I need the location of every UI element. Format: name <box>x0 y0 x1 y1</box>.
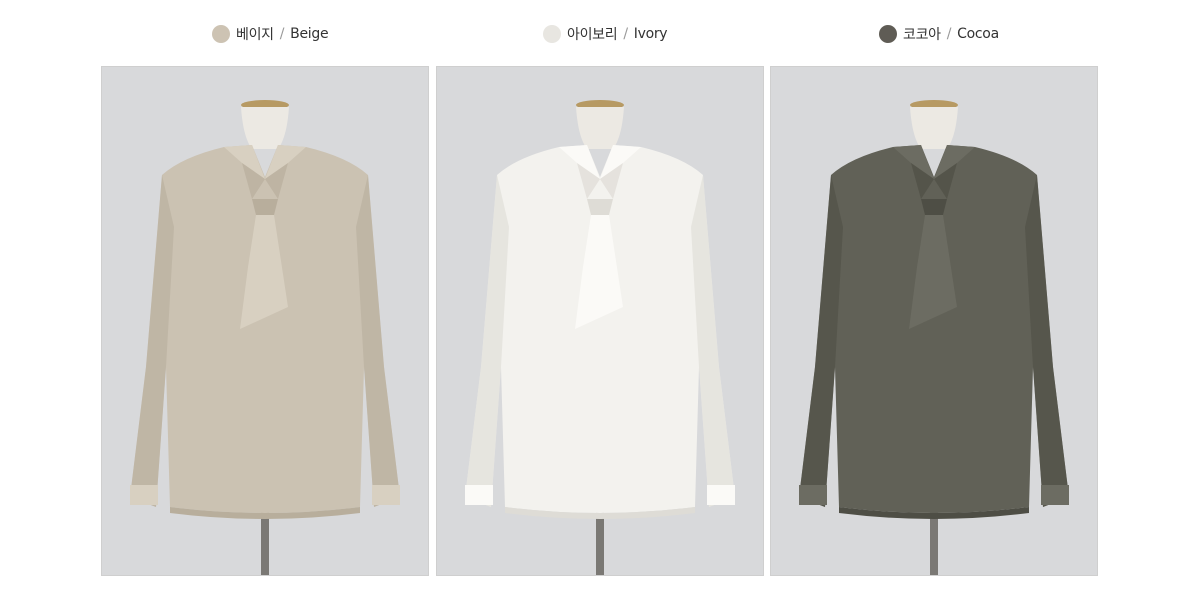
product-photo-cocoa <box>770 66 1098 576</box>
color-swatch-cocoa <box>879 25 897 43</box>
color-label-cocoa: 코코아 / Cocoa <box>879 22 999 46</box>
tie-knot <box>252 199 278 215</box>
color-swatch-beige <box>212 25 230 43</box>
color-name-separator: / <box>946 26 952 42</box>
color-swatch-ivory <box>543 25 561 43</box>
right-cuff <box>1041 485 1069 505</box>
color-label-ivory: 아이보리 / Ivory <box>543 22 668 46</box>
color-name-korean: 아이보리 <box>567 27 618 43</box>
right-cuff <box>372 485 400 505</box>
color-options-showcase: 베이지 / Beige 아이보리 / Ivory 코코아 / Cocoa <box>0 0 1200 615</box>
tie-knot <box>587 199 613 215</box>
color-name-korean: 베이지 <box>236 27 274 43</box>
color-name-english: Cocoa <box>957 26 999 42</box>
left-cuff <box>130 485 158 505</box>
color-labels-row: 베이지 / Beige 아이보리 / Ivory 코코아 / Cocoa <box>0 0 1200 66</box>
color-name-korean: 코코아 <box>903 27 941 43</box>
right-cuff <box>707 485 735 505</box>
tie-knot <box>921 199 947 215</box>
left-cuff <box>799 485 827 505</box>
color-name-english: Ivory <box>633 26 668 42</box>
color-name-separator: / <box>279 26 285 42</box>
left-cuff <box>465 485 493 505</box>
color-name-separator: / <box>623 26 628 42</box>
product-photo-beige <box>101 66 429 576</box>
color-label-beige: 베이지 / Beige <box>212 22 329 46</box>
product-photo-ivory <box>436 66 764 576</box>
color-name-english: Beige <box>290 26 329 42</box>
